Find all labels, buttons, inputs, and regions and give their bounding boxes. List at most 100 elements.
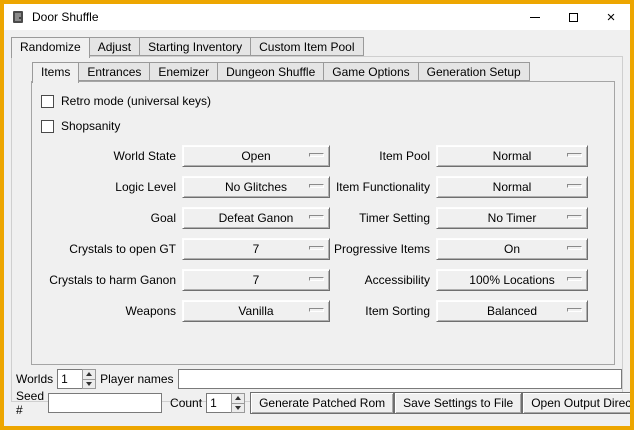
main-tab-starting-inventory[interactable]: Starting Inventory	[139, 37, 251, 56]
item-functionality-dropdown[interactable]: Normal	[436, 176, 588, 198]
close-button[interactable]: ×	[592, 4, 630, 30]
items-page: Retro mode (universal keys) Shopsanity W…	[31, 81, 615, 365]
count-label: Count	[162, 396, 202, 410]
item-pool-value: Normal	[493, 149, 532, 163]
maximize-button[interactable]	[554, 4, 592, 30]
seed-input[interactable]	[48, 393, 162, 413]
logic-level-label: Logic Level	[41, 176, 182, 198]
goal-value: Defeat Ganon	[219, 211, 294, 225]
menu-indicator-icon	[567, 215, 582, 219]
world-state-label: World State	[41, 145, 182, 167]
progressive-items-value: On	[504, 242, 520, 256]
crystals-gt-label: Crystals to open GT	[41, 238, 182, 260]
menu-indicator-icon	[567, 308, 582, 312]
menu-indicator-icon	[567, 277, 582, 281]
sub-tab-enemizer[interactable]: Enemizer	[149, 62, 218, 81]
crystals-ganon-value: 7	[253, 273, 260, 287]
minimize-button[interactable]	[516, 4, 554, 30]
main-tab-bar: Randomize Adjust Starting Inventory Cust…	[11, 37, 364, 58]
count-spin-input[interactable]	[206, 393, 231, 413]
player-names-input[interactable]	[178, 369, 623, 389]
timer-setting-dropdown[interactable]: No Timer	[436, 207, 588, 229]
goal-label: Goal	[41, 207, 182, 229]
down-arrow-icon	[235, 406, 241, 410]
menu-indicator-icon	[309, 308, 324, 312]
up-arrow-icon	[235, 396, 241, 400]
sub-tab-game-options[interactable]: Game Options	[323, 62, 418, 81]
main-tab-custom-item-pool[interactable]: Custom Item Pool	[250, 37, 363, 56]
retro-mode-row: Retro mode (universal keys)	[41, 91, 614, 111]
weapons-label: Weapons	[41, 300, 182, 322]
item-functionality-value: Normal	[493, 180, 532, 194]
worlds-label: Worlds	[12, 372, 53, 386]
timer-setting-label: Timer Setting	[330, 207, 436, 229]
window: Door Shuffle × Randomize Adjust Starting…	[0, 0, 634, 430]
logic-level-value: No Glitches	[225, 180, 287, 194]
worlds-spin-up-button[interactable]	[82, 369, 96, 380]
save-settings-button[interactable]: Save Settings to File	[394, 392, 522, 414]
up-arrow-icon	[86, 372, 92, 376]
crystals-gt-dropdown[interactable]: 7	[182, 238, 330, 260]
weapons-dropdown[interactable]: Vanilla	[182, 300, 330, 322]
world-state-dropdown[interactable]: Open	[182, 145, 330, 167]
logic-level-dropdown[interactable]: No Glitches	[182, 176, 330, 198]
sub-tab-bar: Items Entrances Enemizer Dungeon Shuffle…	[32, 62, 530, 83]
generate-patched-rom-button[interactable]: Generate Patched Rom	[250, 392, 394, 414]
menu-indicator-icon	[567, 246, 582, 250]
weapons-value: Vanilla	[238, 304, 273, 318]
seed-label: Seed #	[12, 389, 44, 417]
world-state-value: Open	[241, 149, 270, 163]
retro-mode-label[interactable]: Retro mode (universal keys)	[61, 94, 211, 108]
close-icon: ×	[607, 10, 616, 25]
worlds-spin-input[interactable]	[57, 369, 82, 389]
randomize-page: Items Entrances Enemizer Dungeon Shuffle…	[11, 56, 623, 402]
form-row: Weapons Vanilla Item Sorting Balanced	[41, 300, 614, 322]
worlds-spin-down-button[interactable]	[82, 380, 96, 390]
form-row: Crystals to open GT 7 Progressive Items …	[41, 238, 614, 260]
count-spin-up-button[interactable]	[231, 393, 245, 404]
count-spinbox	[206, 393, 245, 413]
item-pool-label: Item Pool	[330, 145, 436, 167]
item-functionality-label: Item Functionality	[330, 176, 436, 198]
shopsanity-row: Shopsanity	[41, 116, 614, 136]
client-area: Randomize Adjust Starting Inventory Cust…	[8, 34, 626, 422]
maximize-icon	[569, 13, 578, 22]
sub-tab-dungeon-shuffle[interactable]: Dungeon Shuffle	[217, 62, 324, 81]
menu-indicator-icon	[309, 277, 324, 281]
minimize-icon	[530, 17, 540, 18]
shopsanity-label[interactable]: Shopsanity	[61, 119, 120, 133]
open-output-directory-button[interactable]: Open Output Directory	[522, 392, 634, 414]
shopsanity-checkbox[interactable]	[41, 120, 54, 133]
sub-tab-generation-setup[interactable]: Generation Setup	[418, 62, 530, 81]
menu-indicator-icon	[567, 153, 582, 157]
item-sorting-value: Balanced	[487, 304, 537, 318]
crystals-ganon-dropdown[interactable]: 7	[182, 269, 330, 291]
worlds-spinbox	[57, 369, 96, 389]
main-tab-randomize[interactable]: Randomize	[11, 37, 90, 58]
sub-tab-entrances[interactable]: Entrances	[78, 62, 150, 81]
count-spin-down-button[interactable]	[231, 404, 245, 414]
window-title: Door Shuffle	[32, 10, 99, 24]
item-sorting-dropdown[interactable]: Balanced	[436, 300, 588, 322]
goal-dropdown[interactable]: Defeat Ganon	[182, 207, 330, 229]
form-row: Goal Defeat Ganon Timer Setting No Timer	[41, 207, 614, 229]
accessibility-value: 100% Locations	[469, 273, 554, 287]
item-pool-dropdown[interactable]: Normal	[436, 145, 588, 167]
accessibility-label: Accessibility	[330, 269, 436, 291]
worlds-row: Worlds Player names	[12, 369, 623, 389]
accessibility-dropdown[interactable]: 100% Locations	[436, 269, 588, 291]
main-tab-adjust[interactable]: Adjust	[89, 37, 140, 56]
retro-mode-checkbox[interactable]	[41, 95, 54, 108]
seed-row: Seed # Count Generate Patched Rom Save S…	[12, 389, 623, 417]
menu-indicator-icon	[309, 215, 324, 219]
sub-tab-items[interactable]: Items	[32, 62, 79, 83]
form-row: World State Open Item Pool Normal	[41, 145, 614, 167]
crystals-gt-value: 7	[253, 242, 260, 256]
titlebar: Door Shuffle ×	[4, 4, 630, 30]
form-row: Logic Level No Glitches Item Functionali…	[41, 176, 614, 198]
timer-setting-value: No Timer	[488, 211, 537, 225]
down-arrow-icon	[86, 382, 92, 386]
options-form: World State Open Item Pool Normal Logic …	[41, 145, 614, 322]
progressive-items-dropdown[interactable]: On	[436, 238, 588, 260]
progressive-items-label: Progressive Items	[330, 238, 436, 260]
